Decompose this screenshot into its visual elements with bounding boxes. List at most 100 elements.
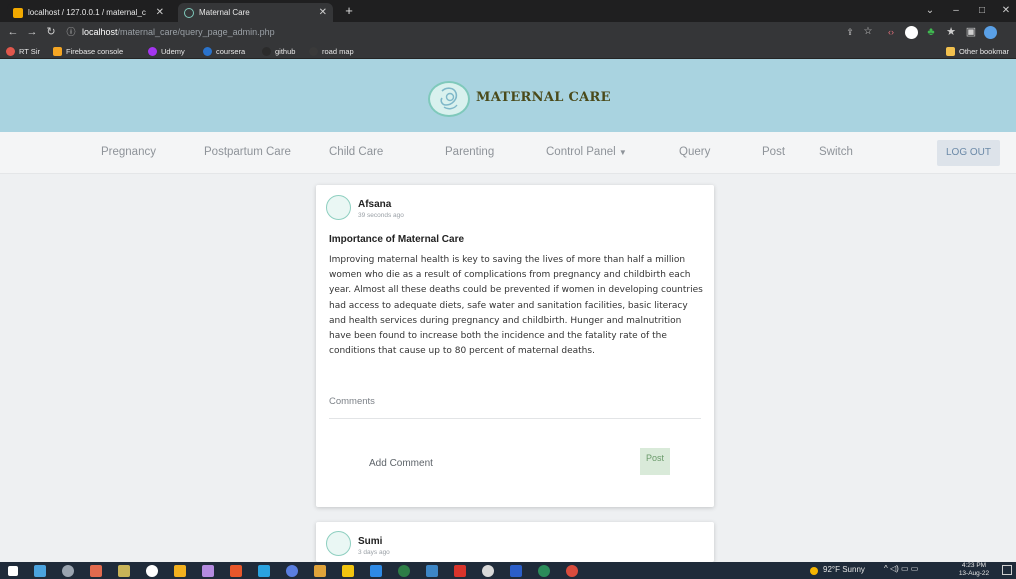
app-icon[interactable]: [146, 565, 158, 577]
browser-tab-phpmyadmin[interactable]: localhost / 127.0.0.1 / maternal_c ✕: [7, 3, 170, 22]
other-bookmarks[interactable]: Other bookmar: [946, 45, 1009, 57]
app-icon[interactable]: [118, 565, 130, 577]
maximize-icon[interactable]: □: [972, 3, 992, 19]
telegram-icon[interactable]: [258, 565, 270, 577]
divider: [329, 418, 701, 419]
site-brand-title[interactable]: MATERNAL CARE: [476, 90, 611, 105]
bookmark-label: github: [275, 46, 296, 56]
side-panel-icon[interactable]: ▣: [964, 25, 978, 39]
illustrator-icon[interactable]: [230, 565, 242, 577]
nav-parenting[interactable]: Parenting: [445, 146, 494, 158]
bookmark-road-map[interactable]: road map: [309, 45, 354, 57]
tab-title: Maternal Care: [199, 8, 250, 17]
firebase-icon: [53, 46, 62, 56]
bookmark-label: Firebase console: [66, 46, 124, 56]
clock[interactable]: 4:23 PM 13-Aug-22: [955, 562, 993, 578]
share-icon[interactable]: ⇪: [843, 25, 857, 39]
extension-icon[interactable]: ‹›: [884, 25, 898, 39]
close-window-icon[interactable]: ✕: [996, 3, 1016, 19]
close-tab-icon[interactable]: ✕: [156, 7, 164, 18]
coursera-icon: [203, 46, 212, 56]
word-icon[interactable]: [510, 565, 522, 577]
post-title: Importance of Maternal Care: [329, 234, 465, 245]
post-timestamp: 39 seconds ago: [358, 212, 404, 219]
mother-baby-icon: [440, 87, 458, 110]
system-tray-icons[interactable]: ^ ◁) ▭ ▭: [884, 564, 918, 573]
bookmark-label: Other bookmar: [959, 46, 1010, 56]
bookmark-label: RT Sir: [19, 46, 40, 56]
comments-label: Comments: [329, 396, 375, 407]
app-icon[interactable]: [426, 565, 438, 577]
weather-sun-icon: [810, 567, 818, 575]
extension-icon[interactable]: ♣: [924, 25, 938, 39]
clock-date: 13-Aug-22: [958, 570, 990, 577]
settings-icon[interactable]: [482, 565, 494, 577]
bookmark-star-icon[interactable]: ☆: [861, 25, 875, 39]
url-host: localhost: [82, 27, 118, 37]
post-body: Improving maternal health is key to savi…: [329, 255, 703, 357]
post-author: Sumi: [358, 536, 383, 547]
profile-avatar[interactable]: [984, 26, 997, 39]
post-author: Afsana: [358, 199, 392, 210]
vscode-icon[interactable]: [370, 565, 382, 577]
post-timestamp: 3 days ago: [358, 549, 390, 556]
nav-pregnancy[interactable]: Pregnancy: [101, 146, 156, 158]
bookmark-rt-sir[interactable]: RT Sir: [6, 45, 40, 57]
tab-title: localhost / 127.0.0.1 / maternal_c: [28, 8, 146, 17]
maternal-care-logo-icon[interactable]: [428, 81, 470, 117]
nav-child-care[interactable]: Child Care: [329, 146, 383, 158]
nav-control-panel[interactable]: Control Panel ▼: [546, 146, 627, 158]
app-icon[interactable]: [34, 565, 46, 577]
bookmark-label: road map: [322, 46, 354, 56]
udemy-icon: [148, 46, 157, 56]
site-info-icon[interactable]: ⓘ: [64, 25, 78, 39]
app-icon[interactable]: [286, 565, 298, 577]
nav-query[interactable]: Query: [679, 146, 710, 158]
browser-tab-maternal-care[interactable]: Maternal Care ✕: [178, 3, 333, 22]
bookmark-udemy[interactable]: Udemy: [148, 45, 185, 57]
bookmark-label: Udemy: [161, 46, 185, 56]
close-tab-icon[interactable]: ✕: [319, 7, 327, 18]
folder-icon: [946, 46, 955, 56]
nav-label: Control Panel: [546, 146, 616, 158]
bookmark-coursera[interactable]: coursera: [203, 45, 245, 57]
minimize-icon[interactable]: –: [946, 3, 966, 19]
tab-search-icon[interactable]: ⌄: [920, 3, 940, 19]
app-icon[interactable]: [342, 565, 354, 577]
extensions-puzzle-icon[interactable]: ★: [944, 25, 958, 39]
back-icon[interactable]: ←: [6, 25, 20, 39]
post-comment-button[interactable]: Post: [640, 448, 670, 475]
app-icon[interactable]: [314, 565, 326, 577]
acrobat-icon[interactable]: [454, 565, 466, 577]
bookmark-github[interactable]: github: [262, 45, 295, 57]
avatar: [326, 531, 351, 556]
app-icon[interactable]: [202, 565, 214, 577]
nav-switch[interactable]: Switch: [819, 146, 853, 158]
file-explorer-icon[interactable]: [174, 565, 186, 577]
phpmyadmin-icon: [13, 7, 23, 18]
url-path: /maternal_care/query_page_admin.php: [117, 27, 275, 37]
bookmark-label: coursera: [216, 46, 246, 56]
nav-postpartum-care[interactable]: Postpartum Care: [204, 146, 291, 158]
new-tab-icon[interactable]: +: [341, 3, 357, 19]
reload-icon[interactable]: ↻: [44, 25, 58, 39]
url-field[interactable]: localhost/maternal_care/query_page_admin…: [78, 25, 818, 40]
avatar: [326, 195, 351, 220]
search-icon[interactable]: [62, 565, 74, 577]
add-comment-input[interactable]: Add Comment: [369, 458, 433, 469]
extension-icon[interactable]: [905, 26, 918, 39]
app-icon[interactable]: [90, 565, 102, 577]
clock-time: 4:23 PM: [961, 562, 987, 569]
chrome-icon[interactable]: [398, 565, 410, 577]
bookmark-icon: [6, 46, 15, 56]
chrome-icon[interactable]: [538, 565, 550, 577]
logout-button[interactable]: LOG OUT: [937, 140, 1000, 166]
forward-icon[interactable]: →: [25, 25, 39, 39]
windows-start-icon[interactable]: [8, 566, 18, 576]
nav-post[interactable]: Post: [762, 146, 785, 158]
weather-label[interactable]: 92°F Sunny: [823, 565, 865, 574]
chrome-icon[interactable]: [566, 565, 578, 577]
bookmark-firebase[interactable]: Firebase console: [53, 45, 123, 57]
notifications-icon[interactable]: [1002, 565, 1012, 575]
globe-icon: [309, 46, 318, 56]
